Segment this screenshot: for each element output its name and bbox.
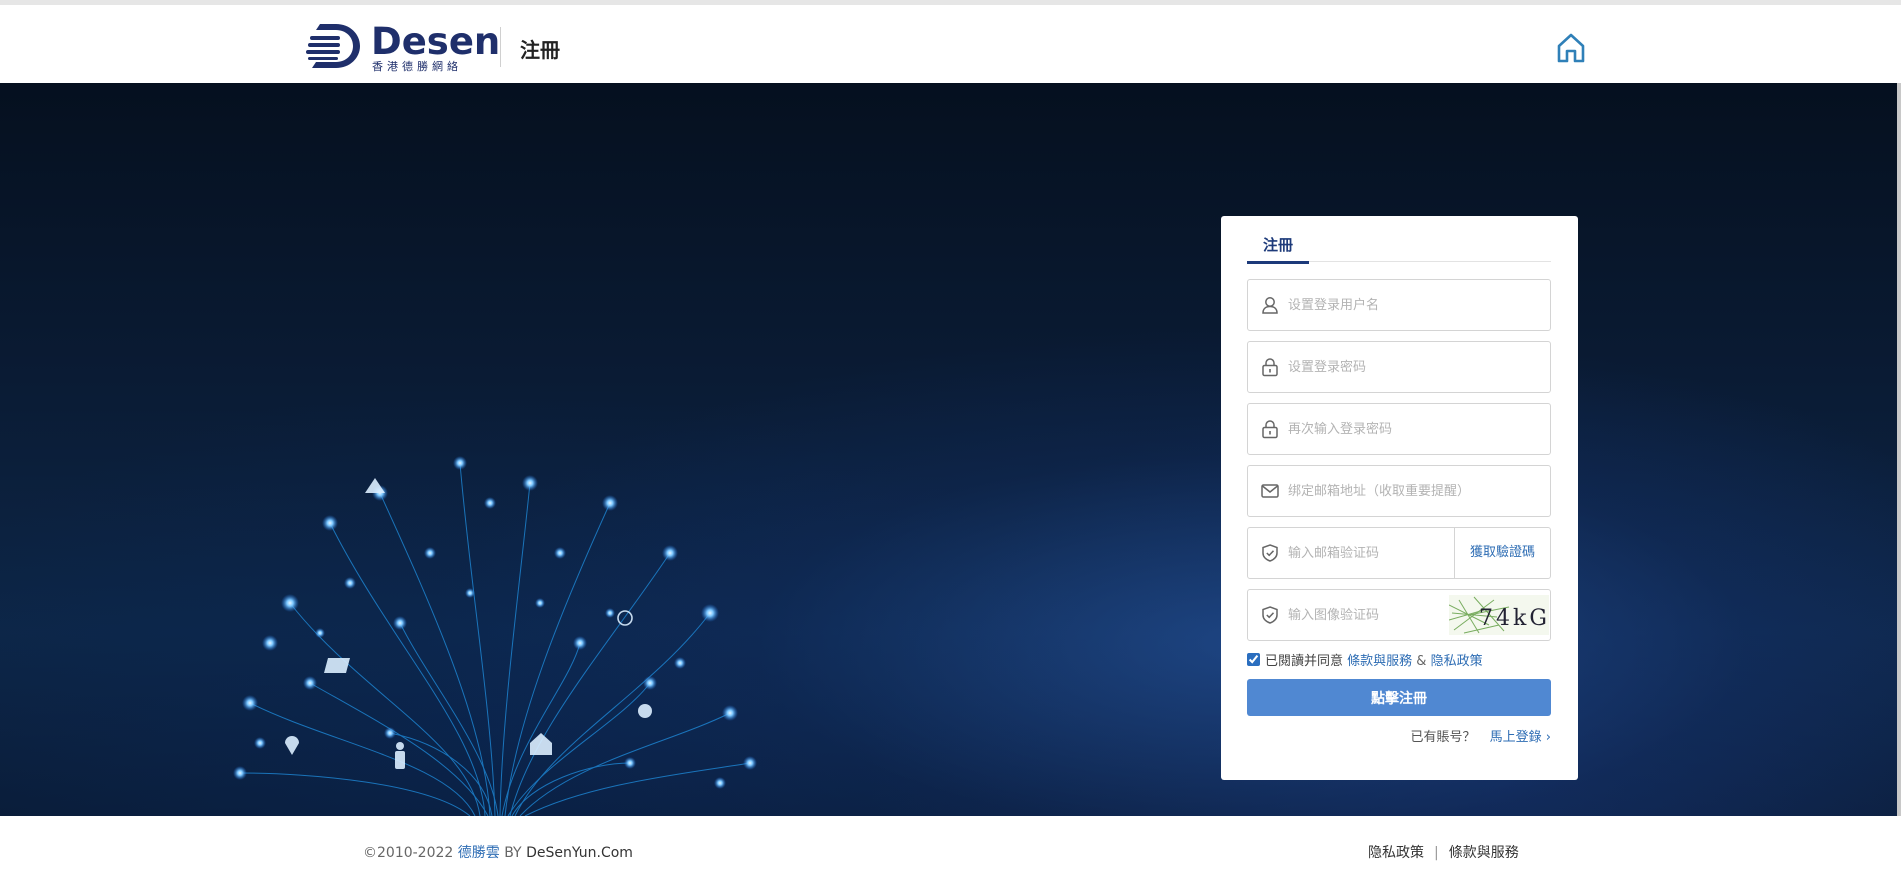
email-code-input[interactable] <box>1288 528 1448 578</box>
tab-register-label: 注冊 <box>1262 236 1293 254</box>
tab-active-indicator <box>1247 261 1309 264</box>
site-header: Desen 香港德勝網絡 注冊 <box>0 5 1901 83</box>
register-card: 注冊 设置登录用户名 绑定邮箱地址（收取重要提醒） 输入邮箱验证码 獲取驗證碼 … <box>1221 216 1578 780</box>
login-prompt: 已有賬号？ 馬上登錄 › <box>1411 726 1552 745</box>
home-icon <box>1557 33 1585 63</box>
username-field <box>1247 279 1551 331</box>
footer-terms-link[interactable]: 條款與服務 <box>1449 845 1519 861</box>
login-link[interactable]: 馬上登錄 › <box>1490 730 1551 745</box>
register-tabbar: 注冊 <box>1247 234 1551 264</box>
user-icon <box>1262 297 1278 314</box>
header-divider <box>500 27 501 67</box>
desen-logo[interactable]: Desen 香港德勝網絡 <box>306 20 500 74</box>
agree-checkbox[interactable] <box>1247 653 1260 666</box>
image-code-field: 74kG <box>1247 589 1551 641</box>
agree-prefix: 已閱讀并同意 <box>1265 654 1348 669</box>
shield-icon <box>1262 606 1278 624</box>
password-confirm-field <box>1247 403 1551 455</box>
password-field <box>1247 341 1551 393</box>
desen-logo-mark-icon <box>306 24 360 68</box>
network-tree-illustration <box>233 456 757 816</box>
terms-link[interactable]: 條款與服務 <box>1347 654 1412 669</box>
register-submit-button[interactable]: 點擊注冊 <box>1247 679 1551 716</box>
privacy-link[interactable]: 隐私政策 <box>1431 654 1483 669</box>
shield-icon <box>1262 544 1278 562</box>
image-code-input[interactable] <box>1288 590 1448 640</box>
copyright: ©2010-2022 德勝雲 BY DeSenYun.Com <box>363 842 633 862</box>
mail-icon <box>1261 484 1279 498</box>
email-field <box>1247 465 1551 517</box>
amp-text: & <box>1412 654 1431 669</box>
get-code-button[interactable]: 獲取驗證碼 <box>1454 528 1550 578</box>
footer-separator: | <box>1434 845 1439 861</box>
tab-register[interactable]: 注冊 <box>1247 234 1309 264</box>
password-input[interactable] <box>1288 342 1538 392</box>
hero-background: 注冊 设置登录用户名 绑定邮箱地址（收取重要提醒） 输入邮箱验证码 獲取驗證碼 … <box>0 83 1897 816</box>
password-confirm-input[interactable] <box>1288 404 1538 454</box>
logo-subtitle: 香港德勝網絡 <box>372 60 462 73</box>
copyright-prefix: ©2010-2022 <box>363 845 458 861</box>
email-input[interactable] <box>1288 466 1538 516</box>
lock-icon <box>1262 358 1278 377</box>
footer-links: 隐私政策 | 條款與服務 <box>1368 842 1519 862</box>
captcha-image[interactable]: 74kG <box>1449 595 1549 635</box>
footer-privacy-link[interactable]: 隐私政策 <box>1368 845 1424 861</box>
logo-wordmark: Desen <box>371 20 501 63</box>
lock-icon <box>1262 420 1278 439</box>
has-account-text: 已有賬号？ <box>1410 730 1476 745</box>
footer-domain: DeSenYun.Com <box>526 845 633 861</box>
scrollbar[interactable] <box>1897 83 1901 816</box>
home-button[interactable] <box>1554 31 1588 65</box>
site-footer: ©2010-2022 德勝雲 BY DeSenYun.Com 隐私政策 | 條款與服… <box>0 816 1901 879</box>
copyright-by: BY <box>499 845 527 861</box>
footer-brand-link[interactable]: 德勝雲 <box>458 845 500 861</box>
email-code-field: 獲取驗證碼 <box>1247 527 1551 579</box>
page-title: 注冊 <box>520 38 560 62</box>
username-input[interactable] <box>1288 280 1538 330</box>
agree-text: 已閱讀并同意 條款與服務 & 隐私政策 <box>1265 650 1483 669</box>
captcha-text: 74kG <box>1479 606 1549 631</box>
